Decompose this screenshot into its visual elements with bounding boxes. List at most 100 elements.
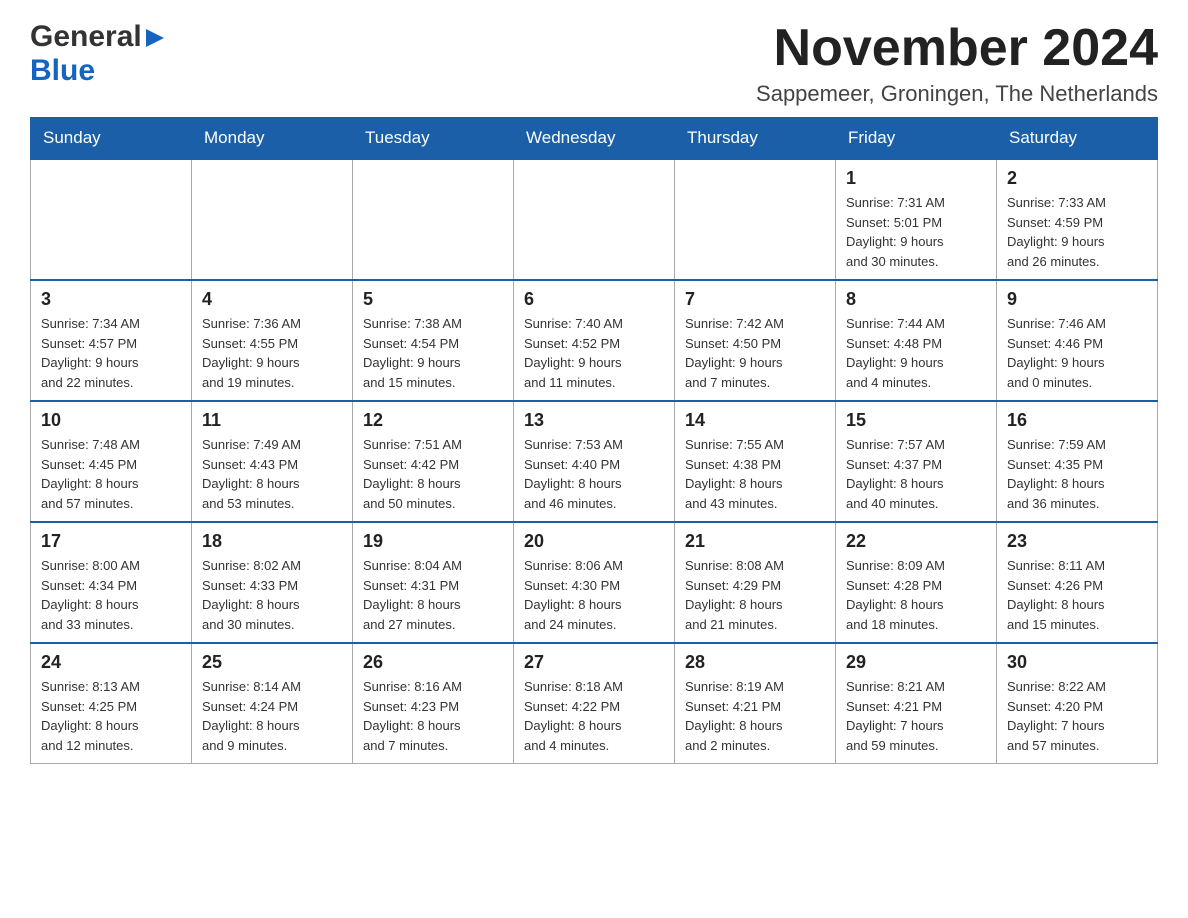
week-row-2: 3 Sunrise: 7:34 AM Sunset: 4:57 PM Daylig… — [31, 280, 1158, 401]
header-sunday: Sunday — [31, 118, 192, 160]
day-info: Sunrise: 8:14 AM Sunset: 4:24 PM Dayligh… — [202, 677, 342, 755]
calendar-cell: 13 Sunrise: 7:53 AM Sunset: 4:40 PM Dayli… — [514, 401, 675, 522]
week-row-5: 24 Sunrise: 8:13 AM Sunset: 4:25 PM Dayli… — [31, 643, 1158, 764]
logo-general-text: General — [30, 20, 142, 54]
day-number: 10 — [41, 410, 181, 431]
calendar-cell: 23 Sunrise: 8:11 AM Sunset: 4:26 PM Dayli… — [997, 522, 1158, 643]
header-tuesday: Tuesday — [353, 118, 514, 160]
calendar-cell: 8Sunrise: 7:44 AM Sunset: 4:48 PM Daylig… — [836, 280, 997, 401]
month-title: November 2024 — [756, 20, 1158, 77]
calendar-cell — [31, 159, 192, 280]
day-info: Sunrise: 8:16 AM Sunset: 4:23 PM Dayligh… — [363, 677, 503, 755]
day-info: Sunrise: 7:38 AM Sunset: 4:54 PM Dayligh… — [363, 314, 503, 392]
logo: General Blue — [30, 20, 166, 88]
day-number: 28 — [685, 652, 825, 673]
header-wednesday: Wednesday — [514, 118, 675, 160]
day-number: 6 — [524, 289, 664, 310]
day-number: 4 — [202, 289, 342, 310]
calendar-cell: 6 Sunrise: 7:40 AM Sunset: 4:52 PM Daylig… — [514, 280, 675, 401]
week-row-3: 10 Sunrise: 7:48 AM Sunset: 4:45 PM Dayli… — [31, 401, 1158, 522]
day-number: 27 — [524, 652, 664, 673]
day-number: 3 — [41, 289, 181, 310]
day-info: Sunrise: 7:40 AM Sunset: 4:52 PM Dayligh… — [524, 314, 664, 392]
calendar-cell: 1Sunrise: 7:31 AM Sunset: 5:01 PM Daylig… — [836, 159, 997, 280]
day-info: Sunrise: 8:19 AM Sunset: 4:21 PM Dayligh… — [685, 677, 825, 755]
day-info: Sunrise: 8:08 AM Sunset: 4:29 PM Dayligh… — [685, 556, 825, 634]
calendar-cell: 19Sunrise: 8:04 AM Sunset: 4:31 PM Dayli… — [353, 522, 514, 643]
day-number: 29 — [846, 652, 986, 673]
calendar-cell: 29 Sunrise: 8:21 AM Sunset: 4:21 PM Dayli… — [836, 643, 997, 764]
day-info: Sunrise: 7:48 AM Sunset: 4:45 PM Dayligh… — [41, 435, 181, 513]
week-row-4: 17Sunrise: 8:00 AM Sunset: 4:34 PM Dayli… — [31, 522, 1158, 643]
calendar-cell: 20 Sunrise: 8:06 AM Sunset: 4:30 PM Dayli… — [514, 522, 675, 643]
calendar-cell: 4 Sunrise: 7:36 AM Sunset: 4:55 PM Daylig… — [192, 280, 353, 401]
day-info: Sunrise: 8:09 AM Sunset: 4:28 PM Dayligh… — [846, 556, 986, 634]
calendar-cell: 18Sunrise: 8:02 AM Sunset: 4:33 PM Dayli… — [192, 522, 353, 643]
day-info: Sunrise: 7:34 AM Sunset: 4:57 PM Dayligh… — [41, 314, 181, 392]
day-number: 13 — [524, 410, 664, 431]
location-subtitle: Sappemeer, Groningen, The Netherlands — [756, 81, 1158, 107]
header-friday: Friday — [836, 118, 997, 160]
day-info: Sunrise: 7:46 AM Sunset: 4:46 PM Dayligh… — [1007, 314, 1147, 392]
calendar-cell: 26 Sunrise: 8:16 AM Sunset: 4:23 PM Dayli… — [353, 643, 514, 764]
calendar-cell: 24 Sunrise: 8:13 AM Sunset: 4:25 PM Dayli… — [31, 643, 192, 764]
day-number: 11 — [202, 410, 342, 431]
calendar-cell: 25 Sunrise: 8:14 AM Sunset: 4:24 PM Dayli… — [192, 643, 353, 764]
weekday-header-row: Sunday Monday Tuesday Wednesday Thursday… — [31, 118, 1158, 160]
day-info: Sunrise: 7:57 AM Sunset: 4:37 PM Dayligh… — [846, 435, 986, 513]
page-header: General Blue November 2024 Sappemeer, Gr… — [30, 20, 1158, 107]
header-monday: Monday — [192, 118, 353, 160]
week-row-1: 1Sunrise: 7:31 AM Sunset: 5:01 PM Daylig… — [31, 159, 1158, 280]
day-number: 9 — [1007, 289, 1147, 310]
day-number: 14 — [685, 410, 825, 431]
day-number: 26 — [363, 652, 503, 673]
calendar-cell: 10 Sunrise: 7:48 AM Sunset: 4:45 PM Dayli… — [31, 401, 192, 522]
calendar-cell: 21 Sunrise: 8:08 AM Sunset: 4:29 PM Dayli… — [675, 522, 836, 643]
calendar-cell: 7Sunrise: 7:42 AM Sunset: 4:50 PM Daylig… — [675, 280, 836, 401]
day-info: Sunrise: 8:13 AM Sunset: 4:25 PM Dayligh… — [41, 677, 181, 755]
logo-arrow-icon — [144, 27, 166, 49]
calendar-table: Sunday Monday Tuesday Wednesday Thursday… — [30, 117, 1158, 764]
calendar-cell: 15 Sunrise: 7:57 AM Sunset: 4:37 PM Dayli… — [836, 401, 997, 522]
title-area: November 2024 Sappemeer, Groningen, The … — [756, 20, 1158, 107]
day-number: 23 — [1007, 531, 1147, 552]
day-number: 24 — [41, 652, 181, 673]
calendar-cell: 5 Sunrise: 7:38 AM Sunset: 4:54 PM Daylig… — [353, 280, 514, 401]
day-number: 5 — [363, 289, 503, 310]
day-number: 1 — [846, 168, 986, 189]
calendar-cell — [675, 159, 836, 280]
day-info: Sunrise: 8:04 AM Sunset: 4:31 PM Dayligh… — [363, 556, 503, 634]
calendar-cell — [353, 159, 514, 280]
day-info: Sunrise: 7:49 AM Sunset: 4:43 PM Dayligh… — [202, 435, 342, 513]
day-info: Sunrise: 8:21 AM Sunset: 4:21 PM Dayligh… — [846, 677, 986, 755]
day-info: Sunrise: 8:00 AM Sunset: 4:34 PM Dayligh… — [41, 556, 181, 634]
day-info: Sunrise: 8:18 AM Sunset: 4:22 PM Dayligh… — [524, 677, 664, 755]
day-info: Sunrise: 7:33 AM Sunset: 4:59 PM Dayligh… — [1007, 193, 1147, 271]
day-info: Sunrise: 7:55 AM Sunset: 4:38 PM Dayligh… — [685, 435, 825, 513]
day-number: 25 — [202, 652, 342, 673]
calendar-cell: 9 Sunrise: 7:46 AM Sunset: 4:46 PM Daylig… — [997, 280, 1158, 401]
calendar-cell — [192, 159, 353, 280]
day-number: 8 — [846, 289, 986, 310]
day-number: 30 — [1007, 652, 1147, 673]
day-info: Sunrise: 8:06 AM Sunset: 4:30 PM Dayligh… — [524, 556, 664, 634]
day-number: 20 — [524, 531, 664, 552]
calendar-cell: 12Sunrise: 7:51 AM Sunset: 4:42 PM Dayli… — [353, 401, 514, 522]
calendar-cell: 17Sunrise: 8:00 AM Sunset: 4:34 PM Dayli… — [31, 522, 192, 643]
calendar-cell: 11 Sunrise: 7:49 AM Sunset: 4:43 PM Dayli… — [192, 401, 353, 522]
header-thursday: Thursday — [675, 118, 836, 160]
day-number: 15 — [846, 410, 986, 431]
day-info: Sunrise: 7:36 AM Sunset: 4:55 PM Dayligh… — [202, 314, 342, 392]
day-number: 18 — [202, 531, 342, 552]
day-number: 21 — [685, 531, 825, 552]
calendar-cell: 16Sunrise: 7:59 AM Sunset: 4:35 PM Dayli… — [997, 401, 1158, 522]
day-info: Sunrise: 7:51 AM Sunset: 4:42 PM Dayligh… — [363, 435, 503, 513]
day-info: Sunrise: 8:11 AM Sunset: 4:26 PM Dayligh… — [1007, 556, 1147, 634]
day-info: Sunrise: 7:53 AM Sunset: 4:40 PM Dayligh… — [524, 435, 664, 513]
calendar-cell: 14 Sunrise: 7:55 AM Sunset: 4:38 PM Dayli… — [675, 401, 836, 522]
logo-blue-text: Blue — [30, 54, 95, 87]
calendar-cell: 2Sunrise: 7:33 AM Sunset: 4:59 PM Daylig… — [997, 159, 1158, 280]
day-number: 22 — [846, 531, 986, 552]
day-number: 7 — [685, 289, 825, 310]
day-number: 16 — [1007, 410, 1147, 431]
